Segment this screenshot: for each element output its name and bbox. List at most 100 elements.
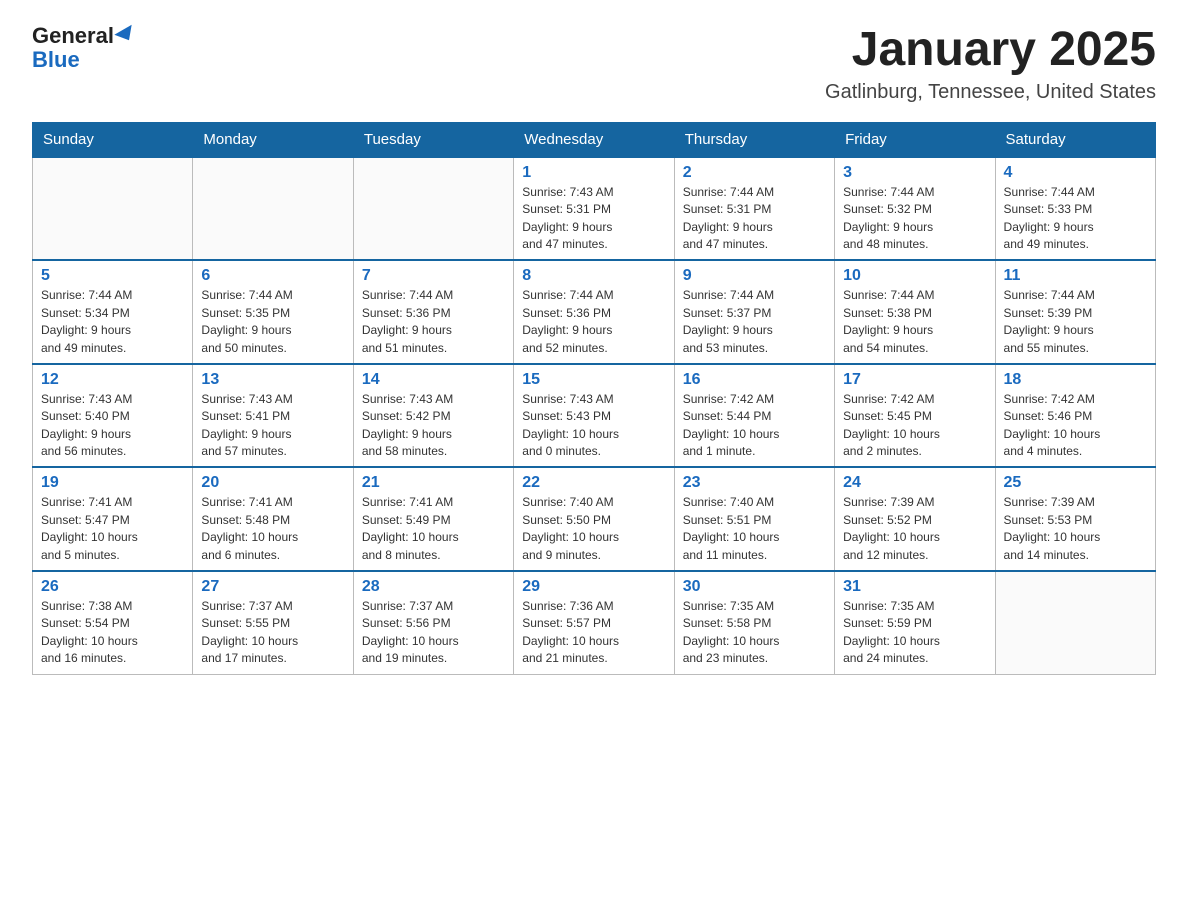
day-number: 12: [41, 371, 184, 389]
calendar-cell: 30Sunrise: 7:35 AMSunset: 5:58 PMDayligh…: [674, 571, 834, 674]
day-info: Sunrise: 7:44 AMSunset: 5:36 PMDaylight:…: [522, 287, 665, 357]
day-number: 18: [1004, 371, 1147, 389]
day-info: Sunrise: 7:35 AMSunset: 5:59 PMDaylight:…: [843, 598, 986, 668]
day-info: Sunrise: 7:43 AMSunset: 5:42 PMDaylight:…: [362, 391, 505, 461]
calendar-cell: 5 Sunrise: 7:44 AMSunset: 5:34 PMDaylight…: [33, 260, 193, 364]
calendar-cell: 24 Sunrise: 7:39 AMSunset: 5:52 PMDayligh…: [835, 467, 995, 571]
day-info: Sunrise: 7:42 AMSunset: 5:45 PMDaylight:…: [843, 391, 986, 461]
day-info: Sunrise: 7:39 AMSunset: 5:52 PMDaylight:…: [843, 494, 986, 564]
calendar-cell: 15Sunrise: 7:43 AMSunset: 5:43 PMDayligh…: [514, 364, 674, 468]
month-title: January 2025: [825, 24, 1156, 77]
day-number: 1: [522, 164, 665, 182]
day-info: Sunrise: 7:37 AMSunset: 5:55 PMDaylight:…: [201, 598, 344, 668]
calendar-cell: [353, 157, 513, 261]
calendar-cell: 13 Sunrise: 7:43 AMSunset: 5:41 PMDayligh…: [193, 364, 353, 468]
location-title: Gatlinburg, Tennessee, United States: [825, 81, 1156, 104]
day-info: Sunrise: 7:44 AMSunset: 5:39 PMDaylight:…: [1004, 287, 1147, 357]
day-info: Sunrise: 7:37 AMSunset: 5:56 PMDaylight:…: [362, 598, 505, 668]
calendar-cell: 18Sunrise: 7:42 AMSunset: 5:46 PMDayligh…: [995, 364, 1155, 468]
day-number: 8: [522, 267, 665, 285]
day-info: Sunrise: 7:43 AMSunset: 5:41 PMDaylight:…: [201, 391, 344, 461]
day-number: 4: [1004, 164, 1147, 182]
logo-text: General Blue: [32, 24, 136, 72]
calendar-cell: 22Sunrise: 7:40 AMSunset: 5:50 PMDayligh…: [514, 467, 674, 571]
day-info: Sunrise: 7:42 AMSunset: 5:44 PMDaylight:…: [683, 391, 826, 461]
calendar-cell: 11 Sunrise: 7:44 AMSunset: 5:39 PMDayligh…: [995, 260, 1155, 364]
day-number: 17: [843, 371, 986, 389]
calendar-cell: 16 Sunrise: 7:42 AMSunset: 5:44 PMDayligh…: [674, 364, 834, 468]
calendar-cell: 31 Sunrise: 7:35 AMSunset: 5:59 PMDayligh…: [835, 571, 995, 674]
day-number: 2: [683, 164, 826, 182]
day-info: Sunrise: 7:39 AMSunset: 5:53 PMDaylight:…: [1004, 494, 1147, 564]
calendar-cell: 27Sunrise: 7:37 AMSunset: 5:55 PMDayligh…: [193, 571, 353, 674]
day-number: 19: [41, 474, 184, 492]
day-number: 10: [843, 267, 986, 285]
day-number: 13: [201, 371, 344, 389]
day-number: 24: [843, 474, 986, 492]
page-header: General Blue January 2025 Gatlinburg, Te…: [32, 24, 1156, 104]
calendar-cell: 7 Sunrise: 7:44 AMSunset: 5:36 PMDaylight…: [353, 260, 513, 364]
day-number: 23: [683, 474, 826, 492]
calendar-cell: 23Sunrise: 7:40 AMSunset: 5:51 PMDayligh…: [674, 467, 834, 571]
calendar-cell: 17 Sunrise: 7:42 AMSunset: 5:45 PMDayligh…: [835, 364, 995, 468]
day-number: 25: [1004, 474, 1147, 492]
week-row-3: 12 Sunrise: 7:43 AMSunset: 5:40 PMDayligh…: [33, 364, 1156, 468]
day-info: Sunrise: 7:40 AMSunset: 5:50 PMDaylight:…: [522, 494, 665, 564]
day-info: Sunrise: 7:44 AMSunset: 5:35 PMDaylight:…: [201, 287, 344, 357]
day-number: 21: [362, 474, 505, 492]
col-header-sunday: Sunday: [33, 122, 193, 157]
calendar-cell: 29Sunrise: 7:36 AMSunset: 5:57 PMDayligh…: [514, 571, 674, 674]
day-number: 14: [362, 371, 505, 389]
day-info: Sunrise: 7:44 AMSunset: 5:37 PMDaylight:…: [683, 287, 826, 357]
day-info: Sunrise: 7:43 AMSunset: 5:43 PMDaylight:…: [522, 391, 665, 461]
day-number: 5: [41, 267, 184, 285]
title-area: January 2025 Gatlinburg, Tennessee, Unit…: [825, 24, 1156, 104]
calendar-header-row: SundayMondayTuesdayWednesdayThursdayFrid…: [33, 122, 1156, 157]
day-info: Sunrise: 7:44 AMSunset: 5:31 PMDaylight:…: [683, 184, 826, 254]
day-number: 26: [41, 578, 184, 596]
day-number: 31: [843, 578, 986, 596]
calendar-cell: 6Sunrise: 7:44 AMSunset: 5:35 PMDaylight…: [193, 260, 353, 364]
day-info: Sunrise: 7:41 AMSunset: 5:49 PMDaylight:…: [362, 494, 505, 564]
day-info: Sunrise: 7:44 AMSunset: 5:38 PMDaylight:…: [843, 287, 986, 357]
day-info: Sunrise: 7:43 AMSunset: 5:40 PMDaylight:…: [41, 391, 184, 461]
day-number: 16: [683, 371, 826, 389]
calendar-cell: 19 Sunrise: 7:41 AMSunset: 5:47 PMDayligh…: [33, 467, 193, 571]
calendar-cell: 1Sunrise: 7:43 AMSunset: 5:31 PMDaylight…: [514, 157, 674, 261]
day-number: 7: [362, 267, 505, 285]
day-info: Sunrise: 7:38 AMSunset: 5:54 PMDaylight:…: [41, 598, 184, 668]
col-header-tuesday: Tuesday: [353, 122, 513, 157]
day-number: 3: [843, 164, 986, 182]
day-number: 20: [201, 474, 344, 492]
calendar-cell: [33, 157, 193, 261]
col-header-wednesday: Wednesday: [514, 122, 674, 157]
calendar-cell: 9 Sunrise: 7:44 AMSunset: 5:37 PMDaylight…: [674, 260, 834, 364]
logo-blue-text: Blue: [32, 47, 80, 72]
col-header-saturday: Saturday: [995, 122, 1155, 157]
calendar-cell: 3 Sunrise: 7:44 AMSunset: 5:32 PMDaylight…: [835, 157, 995, 261]
calendar-cell: 10 Sunrise: 7:44 AMSunset: 5:38 PMDayligh…: [835, 260, 995, 364]
day-info: Sunrise: 7:41 AMSunset: 5:47 PMDaylight:…: [41, 494, 184, 564]
col-header-thursday: Thursday: [674, 122, 834, 157]
col-header-friday: Friday: [835, 122, 995, 157]
day-number: 9: [683, 267, 826, 285]
calendar-cell: 12 Sunrise: 7:43 AMSunset: 5:40 PMDayligh…: [33, 364, 193, 468]
day-number: 30: [683, 578, 826, 596]
day-info: Sunrise: 7:44 AMSunset: 5:34 PMDaylight:…: [41, 287, 184, 357]
day-info: Sunrise: 7:44 AMSunset: 5:32 PMDaylight:…: [843, 184, 986, 254]
day-info: Sunrise: 7:44 AMSunset: 5:36 PMDaylight:…: [362, 287, 505, 357]
calendar-cell: [193, 157, 353, 261]
calendar-cell: 14 Sunrise: 7:43 AMSunset: 5:42 PMDayligh…: [353, 364, 513, 468]
logo: General Blue: [32, 24, 136, 72]
calendar-cell: 26 Sunrise: 7:38 AMSunset: 5:54 PMDayligh…: [33, 571, 193, 674]
calendar-cell: 21 Sunrise: 7:41 AMSunset: 5:49 PMDayligh…: [353, 467, 513, 571]
calendar-table: SundayMondayTuesdayWednesdayThursdayFrid…: [32, 122, 1156, 675]
calendar-cell: [995, 571, 1155, 674]
week-row-2: 5 Sunrise: 7:44 AMSunset: 5:34 PMDaylight…: [33, 260, 1156, 364]
calendar-cell: 8 Sunrise: 7:44 AMSunset: 5:36 PMDaylight…: [514, 260, 674, 364]
week-row-1: 1Sunrise: 7:43 AMSunset: 5:31 PMDaylight…: [33, 157, 1156, 261]
calendar-cell: 2 Sunrise: 7:44 AMSunset: 5:31 PMDaylight…: [674, 157, 834, 261]
logo-arrow-icon: [114, 25, 137, 45]
day-number: 11: [1004, 267, 1147, 285]
day-info: Sunrise: 7:36 AMSunset: 5:57 PMDaylight:…: [522, 598, 665, 668]
